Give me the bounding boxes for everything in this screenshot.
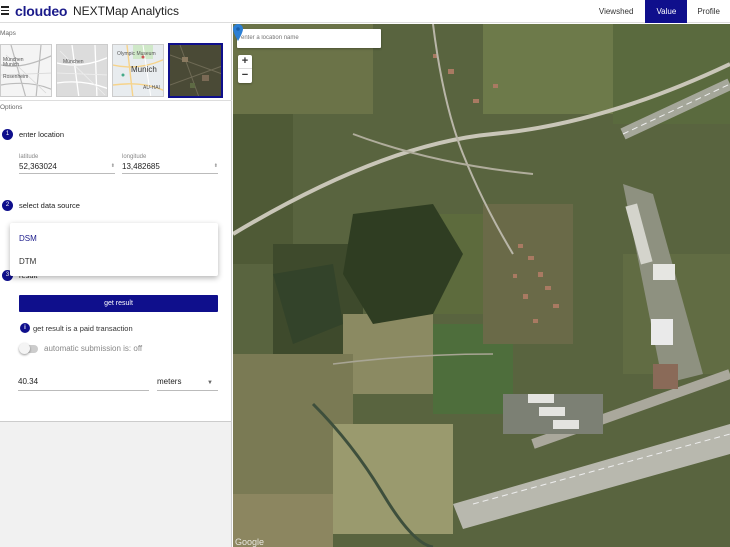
nav-profile[interactable]: Profile: [687, 0, 730, 23]
map-attribution: Google: [235, 537, 265, 547]
panel-footer: [0, 421, 232, 547]
top-nav: Viewshed Value Profile: [589, 0, 730, 23]
option-dtm[interactable]: DTM: [19, 257, 36, 266]
divider: [0, 100, 232, 101]
result-value-field: 40.34: [18, 377, 149, 391]
thumb-label: München: [63, 59, 84, 65]
satellite-imagery: [233, 24, 730, 547]
thumbnail-color-map[interactable]: Olympic Museum Munich AU-HAI: [112, 44, 164, 97]
thumbnail-street-map[interactable]: München Munich Rosenheim: [0, 44, 52, 97]
latitude-field[interactable]: latitude 52,363024 ⬍: [19, 154, 115, 174]
cloudeo-logo: cloudeo: [15, 3, 68, 19]
nav-viewshed[interactable]: Viewshed: [589, 0, 644, 23]
maps-section-label: Maps: [0, 30, 16, 37]
nav-value[interactable]: Value: [645, 0, 688, 23]
app-title: NEXTMap Analytics: [73, 4, 180, 18]
thumb-label: Munich: [131, 65, 157, 74]
app-header: cloudeo NEXTMap Analytics Viewshed Value…: [0, 0, 730, 23]
field-underline: [18, 390, 149, 391]
thumb-label: Rosenheim: [3, 74, 29, 80]
spinner-icon[interactable]: ⬍: [214, 163, 218, 169]
field-underline: [157, 390, 218, 391]
zoom-controls: + −: [238, 55, 252, 83]
result-value: 40.34: [18, 377, 39, 386]
spinner-icon[interactable]: ⬍: [111, 163, 115, 169]
auto-submission-toggle[interactable]: [19, 342, 38, 354]
unit-select[interactable]: meters ▼: [157, 377, 218, 391]
thumb-label: Munich: [3, 62, 20, 68]
thumbnail-gray-map[interactable]: München: [56, 44, 108, 97]
step-2-label: select data source: [19, 201, 80, 210]
data-source-dropdown[interactable]: DSM DTM: [10, 223, 218, 276]
latitude-label: latitude: [19, 154, 39, 160]
location-search-input[interactable]: [237, 29, 381, 48]
option-dsm[interactable]: DSM: [19, 234, 37, 243]
thumb-label: Olympic Museum: [117, 51, 156, 57]
info-text: get result is a paid transaction: [33, 323, 133, 333]
auto-submission-row: automatic submission is: off: [19, 342, 143, 354]
auto-submission-label: automatic submission is: off: [44, 344, 143, 353]
step-1-label: enter location: [19, 130, 65, 139]
satellite-map-view[interactable]: + − Google: [233, 24, 730, 547]
longitude-field[interactable]: longitude 13,482685 ⬍: [122, 154, 218, 174]
paid-transaction-info: i get result is a paid transaction: [20, 323, 133, 333]
latitude-value[interactable]: 52,363024: [19, 162, 115, 171]
map-pin-icon[interactable]: [233, 24, 243, 41]
get-result-button[interactable]: get result: [19, 295, 218, 312]
map-thumbnails: München Munich Rosenheim München Olympic…: [0, 43, 223, 98]
info-icon: i: [20, 323, 30, 333]
zoom-out-button[interactable]: −: [238, 69, 252, 83]
longitude-value[interactable]: 13,482685: [122, 162, 218, 171]
longitude-label: longitude: [122, 154, 147, 160]
step-2-badge: 2: [2, 200, 13, 211]
options-section-label: Options: [0, 104, 23, 111]
thumb-label: AU-HAI: [143, 85, 160, 91]
step-1-badge: 1: [2, 129, 13, 140]
zoom-in-button[interactable]: +: [238, 55, 252, 69]
field-underline: [122, 173, 218, 174]
caret-down-icon: ▼: [207, 380, 213, 386]
thumbnail-satellite-map[interactable]: [168, 43, 223, 98]
field-underline: [19, 173, 115, 174]
hamburger-menu-icon[interactable]: [1, 6, 9, 15]
